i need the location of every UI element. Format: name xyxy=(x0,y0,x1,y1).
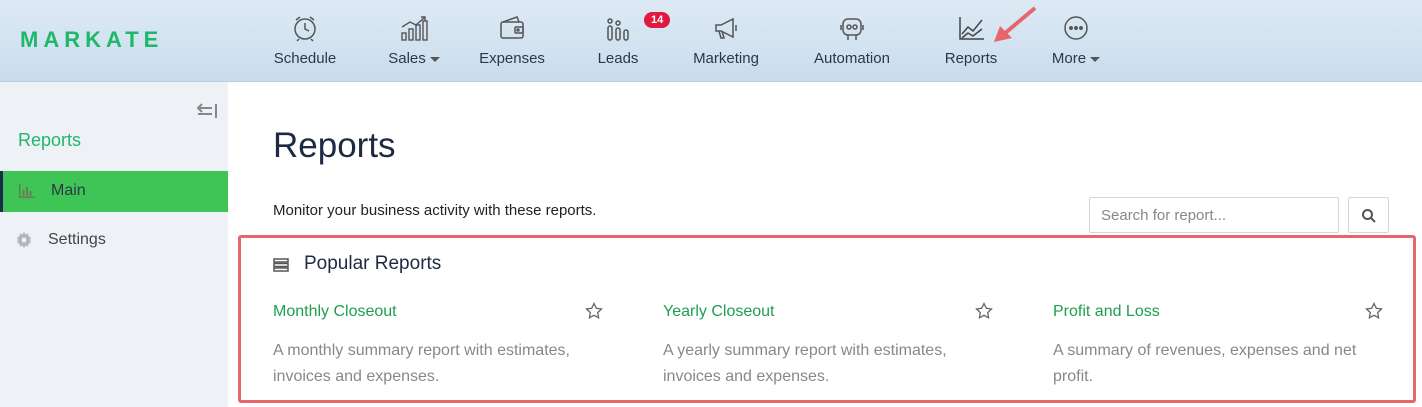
bar-growth-icon xyxy=(401,16,428,41)
clock-icon xyxy=(294,16,316,42)
report-link-yearly-closeout[interactable]: Yearly Closeout xyxy=(663,303,774,321)
nav-sales[interactable]: Sales xyxy=(384,0,444,82)
nav-label: Marketing xyxy=(693,50,759,67)
robot-icon xyxy=(840,18,864,40)
sidebar-item-settings[interactable]: Settings xyxy=(0,220,228,261)
wallet-icon xyxy=(500,16,524,39)
line-chart-icon xyxy=(959,17,984,40)
nav-label: More xyxy=(1046,50,1106,67)
report-description: A summary of revenues, expenses and net … xyxy=(1053,342,1357,385)
nav-schedule[interactable]: Schedule xyxy=(268,0,342,82)
star-icon[interactable] xyxy=(975,302,993,320)
leads-count-badge: 14 xyxy=(644,12,671,28)
dots-circle-icon xyxy=(1064,16,1088,40)
nav-label: Leads xyxy=(597,50,639,67)
annotation-arrow-icon xyxy=(994,6,1037,42)
report-description: A yearly summary report with estimates, … xyxy=(663,342,947,385)
popular-reports-title: Popular Reports xyxy=(304,253,442,274)
star-icon[interactable] xyxy=(585,302,603,320)
search-input[interactable] xyxy=(1089,197,1339,233)
nav-label: Reports xyxy=(944,50,998,67)
nav-label: Expenses xyxy=(479,50,545,67)
app-logo[interactable]: MARKATE xyxy=(20,27,163,53)
sidebar-item-main[interactable]: Main xyxy=(0,171,228,212)
search-button[interactable] xyxy=(1348,197,1389,233)
nav-marketing[interactable]: Marketing xyxy=(690,0,762,82)
page-title: Reports xyxy=(273,126,396,165)
sidebar-item-label: Main xyxy=(51,182,86,199)
collapse-sidebar-icon[interactable] xyxy=(196,102,218,120)
megaphone-icon xyxy=(715,17,737,39)
search-icon xyxy=(1362,209,1376,223)
report-link-monthly-closeout[interactable]: Monthly Closeout xyxy=(273,303,397,321)
bar-chart-icon xyxy=(19,184,35,198)
top-navbar: MARKATE Schedule Sales Expenses 14 Leads… xyxy=(0,0,1422,82)
nav-label: Schedule xyxy=(273,50,337,67)
report-link-profit-and-loss[interactable]: Profit and Loss xyxy=(1053,303,1160,321)
nav-leads[interactable]: 14 Leads xyxy=(592,0,671,82)
star-icon[interactable] xyxy=(1365,302,1383,320)
gear-icon xyxy=(17,232,31,248)
sidebar: Reports Main Settings xyxy=(0,82,228,407)
report-description: A monthly summary report with estimates,… xyxy=(273,342,570,385)
chevron-down-icon xyxy=(429,56,440,62)
nav-automation[interactable]: Automation xyxy=(810,0,894,82)
chevron-down-icon xyxy=(1090,56,1101,62)
sidebar-item-label: Settings xyxy=(48,231,106,248)
funnel-bars-icon xyxy=(607,18,629,41)
list-icon xyxy=(273,258,289,272)
nav-label: Sales xyxy=(384,50,444,67)
nav-label: Automation xyxy=(814,50,890,67)
nav-more[interactable]: More xyxy=(1046,0,1106,82)
sidebar-title: Reports xyxy=(18,130,82,150)
page-subtitle: Monitor your business activity with thes… xyxy=(273,202,597,219)
nav-expenses[interactable]: Expenses xyxy=(478,0,546,82)
